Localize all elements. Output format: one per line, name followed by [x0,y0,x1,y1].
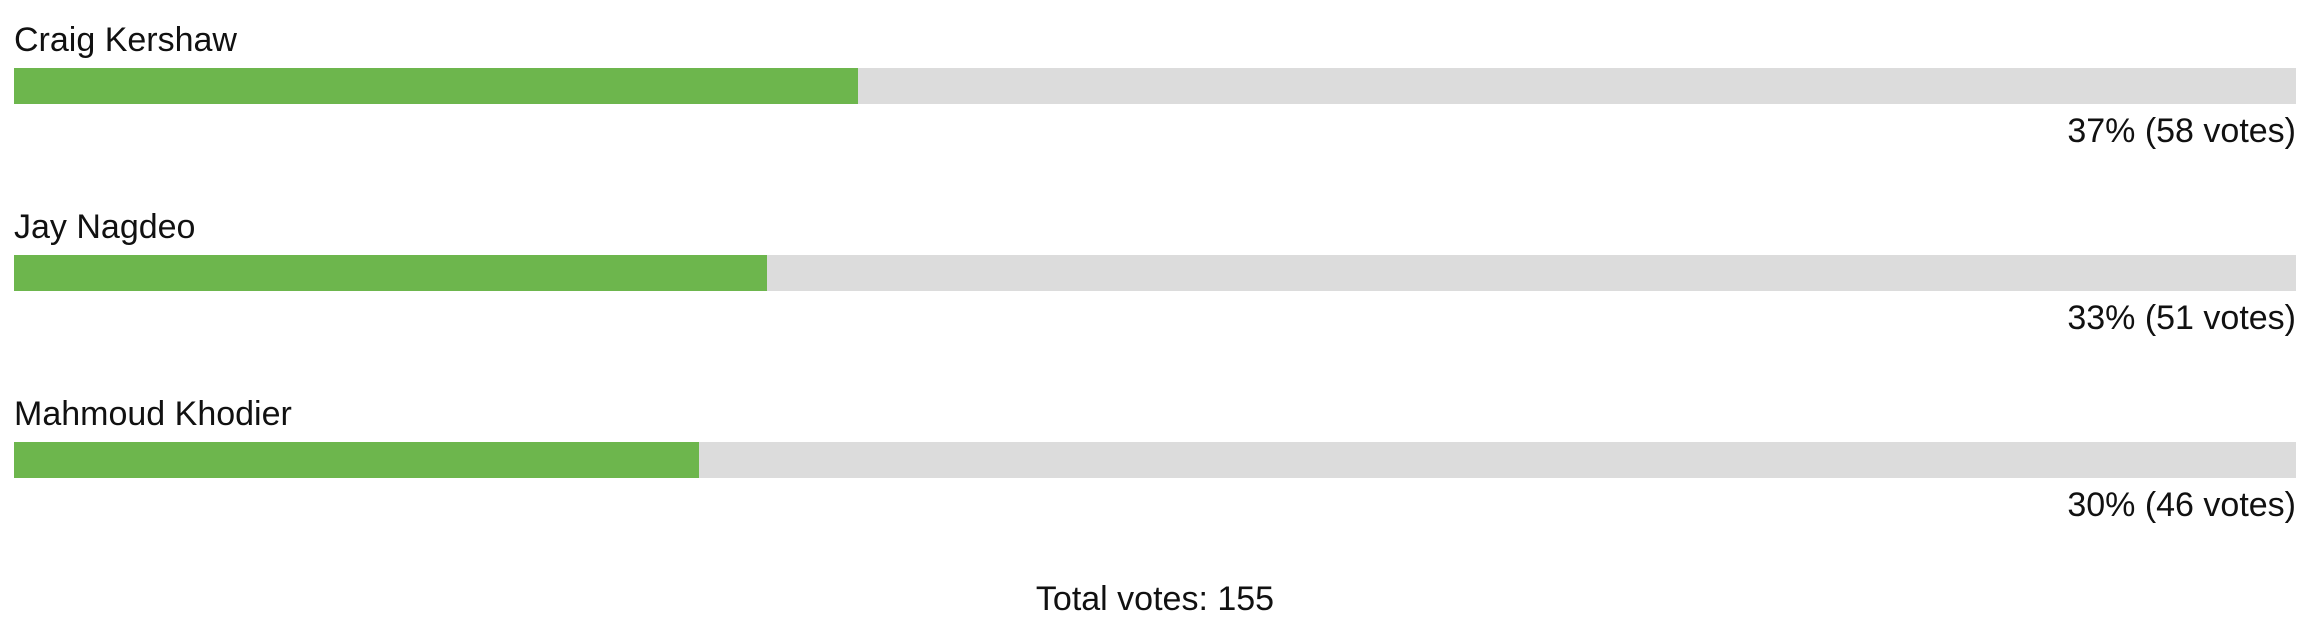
poll-option-mahmoud-khodier: Mahmoud Khodier 30% (46 votes) [14,374,2296,561]
option-result: 33% (51 votes) [2067,299,2296,337]
result-bar-track [14,68,2296,104]
result-bar-track [14,255,2296,291]
result-bar-fill [14,68,859,104]
option-result: 37% (58 votes) [2067,112,2296,150]
option-label: Jay Nagdeo [14,208,196,246]
total-votes: Total votes: 155 [1035,580,1275,618]
poll-option-craig-kershaw: Craig Kershaw 37% (58 votes) [14,0,2296,187]
result-bar-fill [14,255,768,291]
result-bar-track [14,442,2296,478]
result-bar-fill [14,442,699,478]
poll-option-jay-nagdeo: Jay Nagdeo 33% (51 votes) [14,187,2296,374]
option-label: Mahmoud Khodier [14,395,292,433]
option-label: Craig Kershaw [14,21,237,59]
poll-results: Craig Kershaw 37% (58 votes) Jay Nagdeo … [14,0,2296,561]
option-result: 30% (46 votes) [2067,486,2296,524]
